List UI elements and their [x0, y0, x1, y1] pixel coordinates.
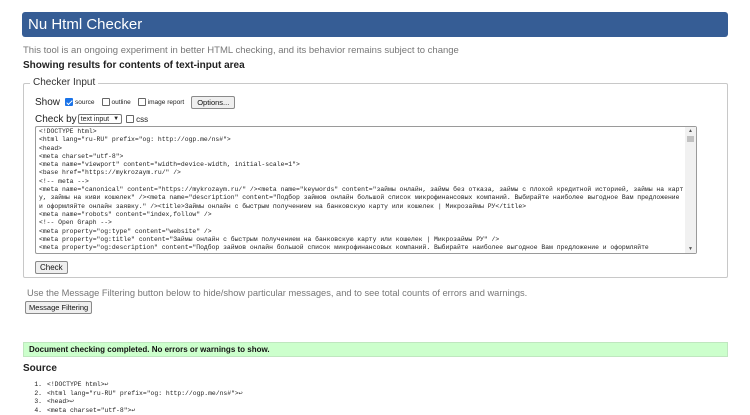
message-filtering-button[interactable]: Message Filtering: [25, 301, 93, 314]
source-option-label[interactable]: source: [75, 99, 95, 106]
tagline: This tool is an ongoing experiment in be…: [23, 45, 459, 56]
page-title: Nu Html Checker: [28, 16, 143, 33]
source-line: 1. <!DOCTYPE html>↩: [28, 381, 243, 390]
line-number: 4.: [34, 406, 42, 414]
show-label: Show: [35, 96, 61, 108]
check-by-label: Check by: [35, 113, 77, 125]
line-code: <head>↩: [47, 398, 74, 406]
source-line: 3. <head>↩: [28, 398, 243, 407]
css-checkbox[interactable]: [126, 115, 135, 123]
line-number: 3.: [34, 398, 42, 406]
source-line: 4. <meta charset="utf-8">↩: [28, 407, 243, 415]
line-code: <meta charset="utf-8">↩: [47, 406, 136, 414]
source-textarea[interactable]: <!DOCTYPE html> <html lang="ru-RU" prefi…: [35, 126, 697, 254]
source-line: 2. <html lang="ru-RU" prefix="og: http:/…: [28, 389, 243, 399]
textarea-scrollbar[interactable]: ▲ ▼: [685, 127, 696, 253]
results-subheading: Showing results for contents of text-inp…: [23, 60, 245, 71]
scroll-down-icon[interactable]: ▼: [685, 245, 696, 253]
page-header: Nu Html Checker: [22, 12, 728, 37]
line-code: <!DOCTYPE html>↩: [47, 381, 109, 388]
line-number: 1.: [34, 381, 42, 388]
image-report-checkbox[interactable]: [137, 98, 146, 106]
success-message: Document checking completed. No errors o…: [23, 342, 728, 357]
show-options-row: Show source outline image report Options…: [35, 95, 236, 109]
message-filtering-note: Use the Message Filtering button below t…: [27, 288, 528, 298]
check-by-row: Check by text input ▼ css: [35, 113, 155, 125]
checker-input-legend: Checker Input: [30, 77, 99, 88]
options-button[interactable]: Options...: [191, 95, 236, 109]
source-heading: Source: [23, 363, 57, 374]
outline-checkbox[interactable]: [101, 98, 110, 106]
check-by-select[interactable]: text input ▼: [77, 114, 123, 124]
check-by-selected-value: text input: [80, 115, 110, 123]
line-code: <html lang="ru-RU" prefix="og: http://og…: [47, 389, 243, 397]
css-option-label[interactable]: css: [136, 115, 148, 124]
outline-option-label[interactable]: outline: [112, 99, 131, 106]
scrollbar-thumb[interactable]: [687, 136, 694, 142]
source-checkbox[interactable]: [65, 98, 74, 106]
check-button[interactable]: Check: [35, 261, 68, 274]
chevron-down-icon: ▼: [113, 116, 120, 122]
scroll-up-icon[interactable]: ▲: [685, 127, 696, 135]
line-number: 2.: [34, 389, 42, 397]
image-report-option-label[interactable]: image report: [148, 99, 185, 106]
